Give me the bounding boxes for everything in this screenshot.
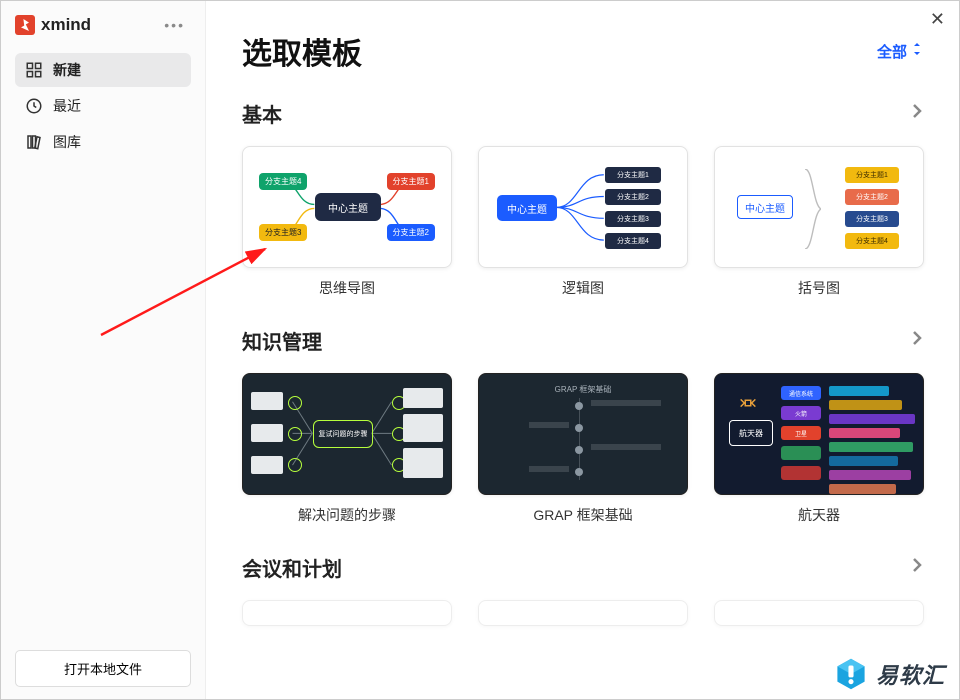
thumb-mindmap: 中心主题 分支主题4 分支主题1 分支主题3 分支主题2 — [242, 146, 452, 268]
branch-topic: 分支主题4 — [605, 233, 661, 249]
bar — [829, 470, 911, 480]
watermark-logo-icon — [834, 657, 868, 691]
chevron-right-icon[interactable] — [911, 329, 923, 352]
library-icon — [25, 133, 43, 151]
pill — [781, 466, 821, 480]
branch-topic: 分支主题4 — [845, 233, 899, 249]
bar — [829, 484, 896, 494]
sort-icon — [911, 42, 923, 60]
sidebar-item-label: 新建 — [53, 60, 81, 80]
template-card-spacecraft[interactable]: 航天器 通信系统火箭卫星 航天器 — [714, 373, 924, 525]
cards-knowledge: 复试问题的步骤 解决问题的步骤 — [242, 373, 923, 525]
branch-topic: 分支主题1 — [845, 167, 899, 183]
pill: 卫星 — [781, 426, 821, 440]
pill: 通信系统 — [781, 386, 821, 400]
template-card-grap[interactable]: GRAP 框架基础 GRAP 框架基础 — [478, 373, 688, 525]
chevron-right-icon[interactable] — [911, 556, 923, 579]
sidebar-item-new[interactable]: 新建 — [15, 53, 191, 87]
center-topic: 中心主题 — [497, 195, 557, 221]
branch-topic: 分支主题3 — [845, 211, 899, 227]
card-label: 括号图 — [798, 278, 840, 298]
pill — [781, 446, 821, 460]
center-topic: 复试问题的步骤 — [313, 420, 373, 448]
bar — [829, 456, 898, 466]
app-window: ✕ xmind ••• 新建 最近 — [0, 0, 960, 700]
template-card-placeholder[interactable] — [714, 600, 924, 626]
page-title: 选取模板 — [242, 29, 362, 73]
more-menu-icon[interactable]: ••• — [158, 15, 191, 35]
section-title: 知识管理 — [242, 326, 322, 355]
template-card-placeholder[interactable] — [242, 600, 452, 626]
branch-topic: 分支主题2 — [387, 224, 435, 241]
sidebar-item-recent[interactable]: 最近 — [15, 89, 191, 123]
grid-icon — [25, 61, 43, 79]
section-head-meetings: 会议和计划 — [242, 553, 923, 582]
app-name: xmind — [41, 15, 91, 35]
clock-icon — [25, 97, 43, 115]
filter-all-label: 全部 — [877, 41, 907, 62]
card-label: 航天器 — [798, 505, 840, 525]
satellite-icon — [737, 392, 759, 414]
template-card-logic[interactable]: 中心主题 分支主题1 分支主题2 分支主题3 分支主题4 逻辑图 — [478, 146, 688, 298]
thumb-bracket: 中心主题 分支主题1 分支主题2 分支主题3 分支主题4 — [714, 146, 924, 268]
open-local-label: 打开本地文件 — [64, 662, 142, 677]
center-topic: 航天器 — [729, 420, 773, 446]
body: xmind ••• 新建 最近 图库 — [1, 1, 959, 699]
thumb-placeholder — [478, 600, 688, 626]
sidebar-item-label: 最近 — [53, 96, 81, 116]
card-label: 解决问题的步骤 — [298, 505, 396, 525]
card-label: GRAP 框架基础 — [533, 505, 632, 525]
bar — [829, 400, 902, 410]
chevron-right-icon[interactable] — [911, 102, 923, 125]
sidebar-item-label: 图库 — [53, 132, 81, 152]
template-card-mindmap[interactable]: 中心主题 分支主题4 分支主题1 分支主题3 分支主题2 思维导图 — [242, 146, 452, 298]
header: 选取模板 全部 — [242, 29, 923, 73]
bar — [829, 386, 889, 396]
template-card-problem-steps[interactable]: 复试问题的步骤 解决问题的步骤 — [242, 373, 452, 525]
open-local-file-button[interactable]: 打开本地文件 — [15, 650, 191, 687]
branch-topic: 分支主题1 — [387, 173, 435, 190]
section-title: 基本 — [242, 99, 282, 128]
bar — [829, 428, 900, 438]
cards-meetings — [242, 600, 923, 626]
logo-icon — [15, 15, 35, 35]
card-label: 思维导图 — [319, 278, 375, 298]
pill: 火箭 — [781, 406, 821, 420]
filter-all-button[interactable]: 全部 — [877, 41, 923, 62]
bar — [829, 414, 915, 424]
brand: xmind — [15, 15, 91, 35]
center-topic: 中心主题 — [737, 195, 793, 219]
branch-topic: 分支主题3 — [259, 224, 307, 241]
center-topic: 中心主题 — [315, 193, 381, 221]
branch-topic: 分支主题2 — [845, 189, 899, 205]
cards-basic: 中心主题 分支主题4 分支主题1 分支主题3 分支主题2 思维导图 中心主题 分… — [242, 146, 923, 298]
thumb-dark: 航天器 通信系统火箭卫星 — [714, 373, 924, 495]
branch-topic: 分支主题3 — [605, 211, 661, 227]
thumb-title: GRAP 框架基础 — [479, 384, 687, 395]
template-card-bracket[interactable]: 中心主题 分支主题1 分支主题2 分支主题3 分支主题4 括号图 — [714, 146, 924, 298]
thumb-logic: 中心主题 分支主题1 分支主题2 分支主题3 分支主题4 — [478, 146, 688, 268]
thumb-dark: 复试问题的步骤 — [242, 373, 452, 495]
template-card-placeholder[interactable] — [478, 600, 688, 626]
bar — [829, 442, 913, 452]
watermark-text: 易软汇 — [876, 658, 945, 690]
card-label: 逻辑图 — [562, 278, 604, 298]
sidebar: xmind ••• 新建 最近 图库 — [1, 1, 206, 699]
branch-topic: 分支主题4 — [259, 173, 307, 190]
thumb-placeholder — [242, 600, 452, 626]
brand-row: xmind ••• — [15, 15, 191, 35]
watermark: 易软汇 — [834, 657, 945, 691]
section-title: 会议和计划 — [242, 553, 342, 582]
brace-icon — [803, 169, 821, 249]
thumb-placeholder — [714, 600, 924, 626]
close-icon[interactable]: ✕ — [930, 9, 945, 30]
section-head-basic: 基本 — [242, 99, 923, 128]
branch-topic: 分支主题2 — [605, 189, 661, 205]
thumb-dark: GRAP 框架基础 — [478, 373, 688, 495]
branch-topic: 分支主题1 — [605, 167, 661, 183]
section-head-knowledge: 知识管理 — [242, 326, 923, 355]
sidebar-item-library[interactable]: 图库 — [15, 125, 191, 159]
main-content: 选取模板 全部 基本 — [206, 1, 959, 699]
